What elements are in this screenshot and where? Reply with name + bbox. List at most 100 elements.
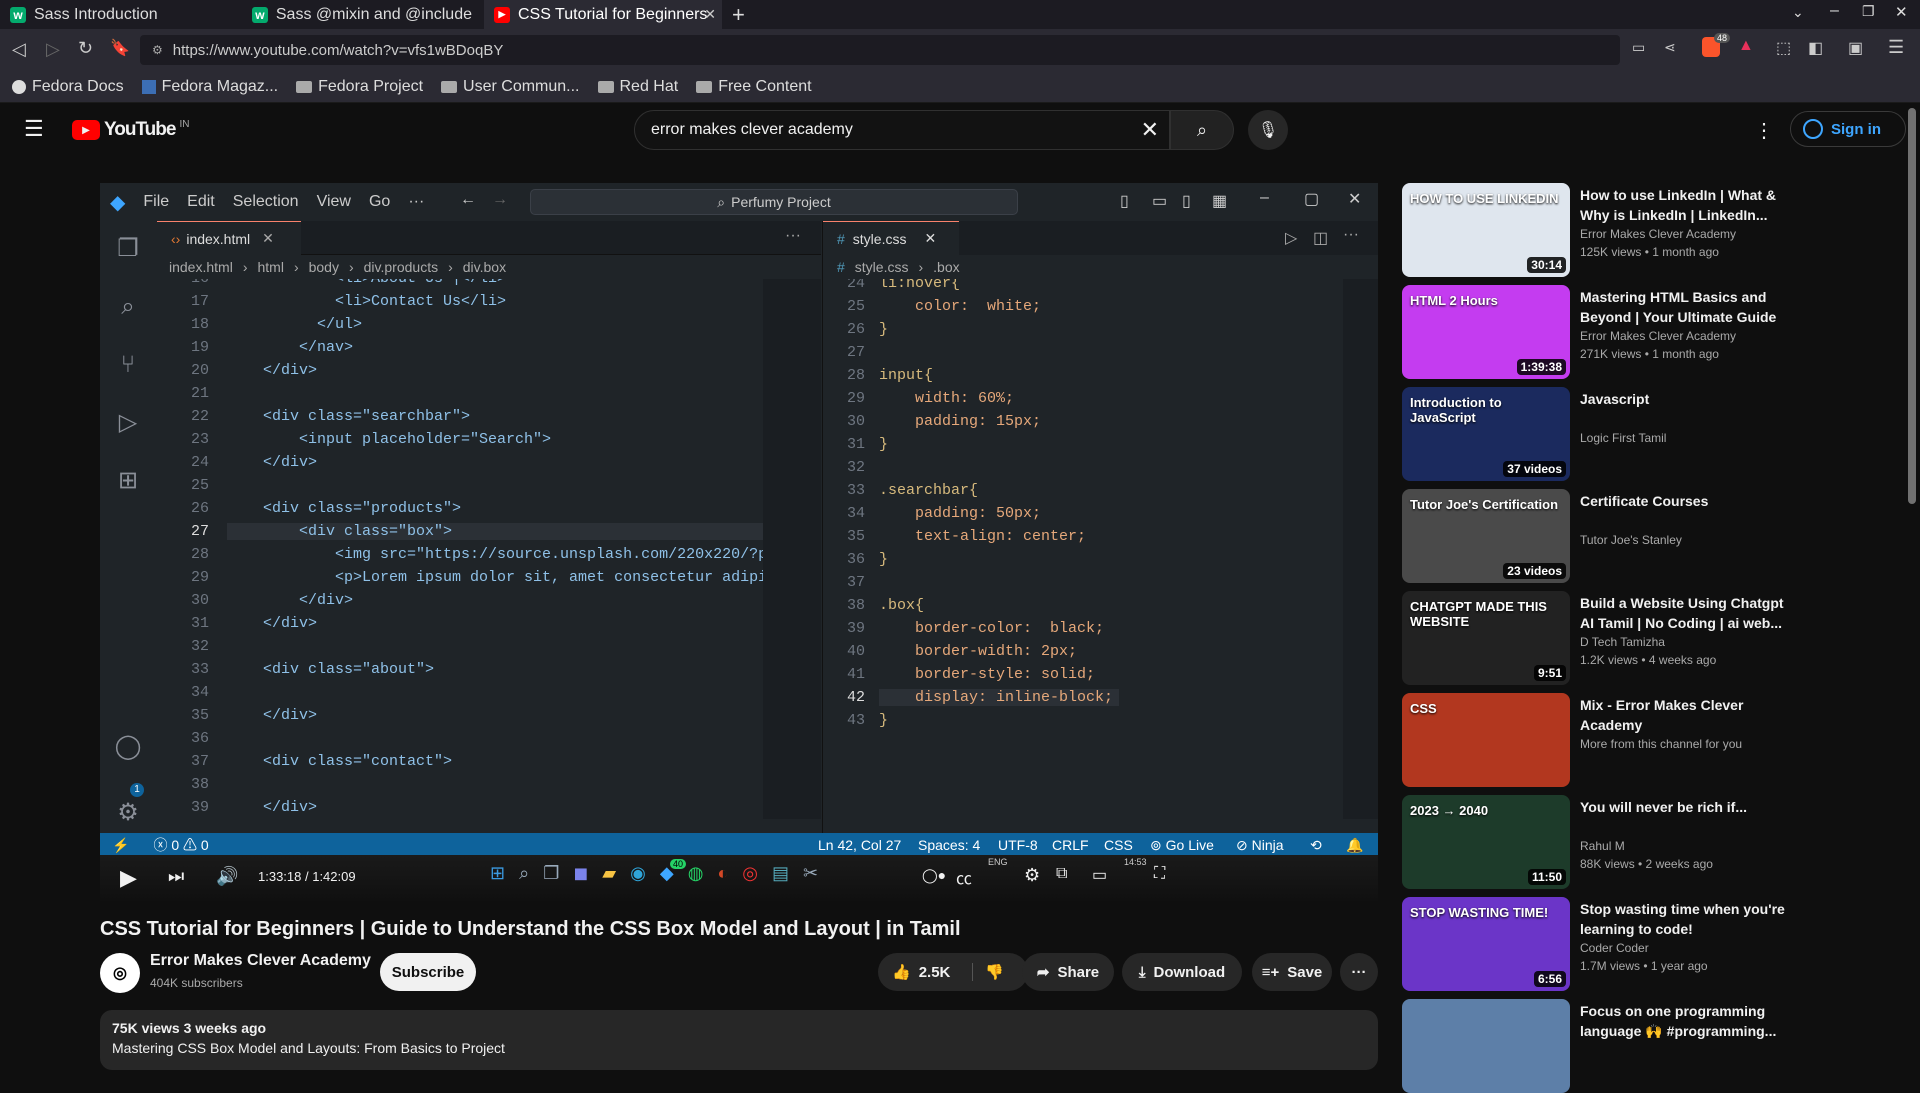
menu-file[interactable]: File [143,193,169,211]
channel-avatar[interactable]: ◎ [100,953,140,993]
recommendation-item[interactable]: HTML 2 Hours 1:39:38 Mastering HTML Basics… [1402,285,1912,379]
menu-icon[interactable]: ☰ [1888,37,1904,58]
menu-more[interactable]: ··· [408,193,424,211]
go-live-button[interactable]: ⊚ Go Live [1150,837,1214,854]
channel-name[interactable]: Error Makes Clever Academy [150,952,371,970]
tab-style-css[interactable]: # style.css ✕ [823,221,959,255]
explorer-icon[interactable]: ❐ [114,235,142,263]
video-thumbnail[interactable]: Tutor Joe's Certification 23 videos [1402,489,1570,583]
notifications-icon[interactable]: 🔔 [1346,837,1363,854]
video-thumbnail[interactable]: CSS [1402,693,1570,787]
bookmark-folder[interactable]: Free Content [696,78,812,96]
minimap[interactable] [763,279,821,819]
recommendation-title[interactable]: Mastering HTML Basics and Beyond | Your … [1580,287,1790,327]
wallet-icon[interactable]: ▣ [1848,38,1863,58]
video-thumbnail[interactable] [1402,999,1570,1093]
bookmark-icon[interactable]: 🔖 [110,38,130,58]
recommendation-channel[interactable]: More from this channel for you [1580,737,1742,751]
video-thumbnail[interactable]: STOP WASTING TIME! 6:56 [1402,897,1570,991]
recommendation-item[interactable]: STOP WASTING TIME! 6:56 Stop wasting time … [1402,897,1912,991]
vscode-maximize[interactable]: ▢ [1304,189,1319,209]
sign-in-button[interactable]: Sign in [1790,111,1906,147]
recommendation-title[interactable]: Build a Website Using Chatgpt AI Tamil |… [1580,593,1790,633]
sidebar-icon[interactable]: ◧ [1808,38,1823,58]
search-input[interactable]: error makes clever academy ✕ [634,110,1170,150]
source-control-icon[interactable]: ⑂ [114,351,142,379]
youtube-logo[interactable]: ▶ YouTube IN [72,119,189,141]
crumb[interactable]: index.html [169,259,233,275]
minimap[interactable] [1343,279,1378,819]
bookmark-item[interactable]: Fedora Docs [12,78,124,96]
hamburger-menu-icon[interactable]: ☰ [24,116,44,142]
search-icon[interactable]: ⌕ [114,293,142,321]
site-info-icon[interactable]: ⚙ [152,43,163,57]
voice-search-button[interactable]: 🎙 [1248,110,1288,150]
save-button[interactable]: ≡+ Save [1252,953,1332,991]
css-code-area[interactable]: 24 li:hover{25 color: white; 26} 27 28 input{… [823,279,1343,833]
more-actions-icon[interactable]: ··· [1343,226,1359,244]
video-thumbnail[interactable]: HTML 2 Hours 1:39:38 [1402,285,1570,379]
vscode-minimize[interactable]: – [1260,189,1269,207]
toggle-sidebar-icon[interactable]: ▯ [1120,191,1129,211]
forward-icon[interactable]: ▷ [46,39,60,60]
video-thumbnail[interactable]: 2023 → 2040 11:50 [1402,795,1570,889]
nav-forward-icon[interactable]: → [492,191,508,209]
more-actions-icon[interactable]: ··· [785,227,801,245]
search-button[interactable]: ⌕ [1170,110,1234,150]
crumb[interactable]: div.box [463,259,506,275]
video-thumbnail[interactable]: Introduction to JavaScript 37 videos [1402,387,1570,481]
close-tab-icon[interactable]: ✕ [704,6,716,23]
recommendation-title[interactable]: Mix - Error Makes Clever Academy [1580,695,1790,735]
recommendation-channel[interactable]: D Tech Tamizha [1580,635,1665,649]
recommendation-title[interactable]: Javascript [1580,389,1790,409]
settings-gear-icon[interactable]: ⚙ [114,799,142,827]
video-thumbnail[interactable]: CHATGPT MADE THIS WEBSITE 9:51 [1402,591,1570,685]
recommendation-item[interactable]: HOW TO USE LINKEDIN 30:14 How to use Linke… [1402,183,1912,277]
autoplay-toggle[interactable]: ◯● [922,867,946,884]
close-icon[interactable]: ✕ [262,230,274,247]
video-player[interactable]: ◆ File Edit Selection View Go ··· ← → ⌕ P… [100,183,1378,901]
recommendation-title[interactable]: Certificate Courses [1580,491,1790,511]
feedback-icon[interactable]: ⟲ [1310,837,1322,854]
next-button[interactable]: ⏭ [168,866,184,887]
command-center[interactable]: ⌕ Perfumy Project [530,189,1018,215]
problems-status[interactable]: ⓧ 0 ⚠ 0 [153,835,208,855]
recommendation-item[interactable]: Introduction to JavaScript 37 videos Javas… [1402,387,1912,481]
layout-icon[interactable]: ▦ [1212,191,1227,211]
play-button[interactable]: ▶ [120,865,137,891]
recommendation-channel[interactable]: Error Makes Clever Academy [1580,329,1736,343]
recommendation-title[interactable]: How to use LinkedIn | What & Why is Link… [1580,185,1790,225]
miniplayer-icon[interactable]: ⧉ [1056,865,1067,883]
indentation[interactable]: Spaces: 4 [918,837,980,853]
toggle-secondary-icon[interactable]: ▯ [1182,191,1191,211]
recommendation-item[interactable]: Tutor Joe's Certification 23 videos Certif… [1402,489,1912,583]
crumb[interactable]: div.products [364,259,438,275]
settings-gear-icon[interactable]: ⚙ [1024,865,1040,886]
chevron-down-icon[interactable]: ⌄ [1792,4,1804,21]
recommendation-title[interactable]: Stop wasting time when you're learning t… [1580,899,1790,939]
share-icon[interactable]: ⋖ [1664,39,1676,56]
remote-icon[interactable]: ⚡ [112,837,129,854]
new-tab-button[interactable]: + [732,2,745,28]
recommendation-title[interactable]: Focus on one programming language 🙌 #pro… [1580,1001,1790,1041]
vscode-close[interactable]: ✕ [1348,189,1361,209]
back-icon[interactable]: ◁ [12,39,26,60]
download-button[interactable]: ⤓ Download [1122,953,1242,991]
crumb[interactable]: html [257,259,283,275]
subtitles-icon[interactable]: ㏄ [956,865,972,889]
description-box[interactable]: 75K views 3 weeks ago Mastering CSS Box … [100,1010,1378,1070]
menu-edit[interactable]: Edit [187,193,215,211]
bookmark-folder[interactable]: User Commun... [441,78,580,96]
bookmark-folder[interactable]: Fedora Project [296,78,423,96]
more-options-icon[interactable]: ⋮ [1754,118,1774,143]
maximize-button[interactable]: ❐ [1862,3,1875,20]
cast-icon[interactable]: ▭ [1632,39,1645,56]
recommendation-channel[interactable]: Rahul M [1580,839,1625,853]
encoding[interactable]: UTF-8 [998,837,1038,853]
brave-rewards-icon[interactable]: ▲ [1738,37,1754,55]
recommendation-item[interactable]: CHATGPT MADE THIS WEBSITE 9:51 Build a Web… [1402,591,1912,685]
close-window-button[interactable]: ✕ [1895,3,1908,21]
recommendation-channel[interactable]: Logic First Tamil [1580,431,1666,445]
recommendation-channel[interactable]: Tutor Joe's Stanley [1580,533,1682,547]
recommendation-channel[interactable]: Error Makes Clever Academy [1580,227,1736,241]
